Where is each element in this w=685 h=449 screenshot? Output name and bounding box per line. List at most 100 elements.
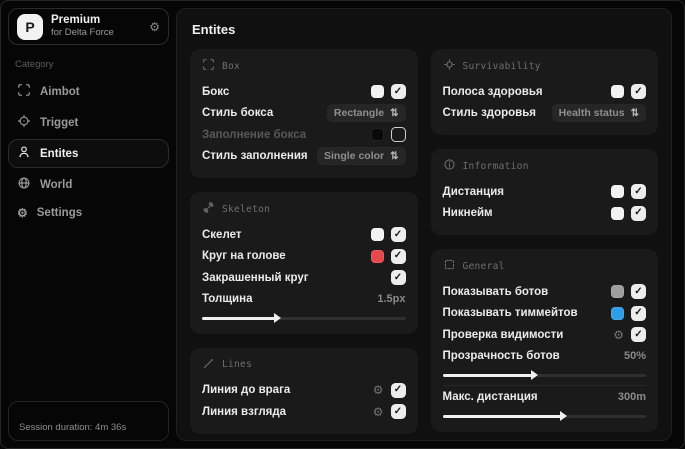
scan-icon [17,83,31,100]
panel-title: Survivability [462,60,541,72]
settings-gear-icon[interactable]: ⚙ [373,406,384,418]
gear-icon[interactable]: ⚙ [149,20,160,34]
checkbox[interactable]: ✓ [390,227,406,243]
slider-value: 50% [623,350,646,362]
setting-row: Никнейм ✓ [442,203,646,225]
globe-icon [17,176,31,193]
setting-label: Прозрачность ботов [442,350,560,362]
color-swatch[interactable] [370,128,384,142]
thickness-slider[interactable] [202,313,406,323]
chevron-updown-icon: ⇅ [630,107,639,119]
check-icon: ✓ [393,228,403,240]
sidebar-item-label: Trigget [40,116,79,129]
check-icon: ✓ [393,405,403,417]
box-style-dropdown[interactable]: Rectangle ⇅ [326,104,406,123]
setting-row: Заполнение бокса ✓ [202,124,406,146]
brand-header: P Premium for Delta Force ⚙ [8,8,169,45]
checkbox[interactable]: ✓ [390,404,406,420]
dropdown-value: Rectangle [333,107,385,120]
page-title: Entites [192,22,236,37]
session-duration: Session duration: 4m 36s [8,401,169,441]
max-distance-slider[interactable] [442,411,646,421]
session-duration-label: Session duration: 4m 36s [19,422,127,433]
color-swatch[interactable] [611,85,624,99]
checkbox[interactable]: ✓ [390,248,406,264]
setting-label: Стиль здоровья [442,107,537,120]
color-swatch[interactable] [611,285,624,299]
crosshair-icon [17,114,31,131]
setting-label: Линия до врага [202,384,291,397]
setting-label: Показывать ботов [442,285,549,298]
slider-fill [202,313,282,323]
sidebar-item-aimbot[interactable]: Aimbot [8,77,169,106]
setting-row: Дистанция ✓ [442,181,646,203]
setting-label: Дистанция [442,185,504,198]
health-style-dropdown[interactable]: Health status ⇅ [551,104,646,123]
check-icon: ✓ [393,271,403,283]
checkbox[interactable]: ✓ [631,84,646,100]
panel-title: Information [462,160,529,172]
panel-survivability: Survivability Полоса здоровья ✓ Стиль зд… [430,49,658,135]
setting-row: Проверка видимости ⚙ ✓ [443,324,646,346]
check-icon: ✓ [634,207,643,219]
viewfinder-icon [202,58,215,74]
panel-title: General [462,260,505,272]
slider-value: 300m [617,391,646,403]
setting-label: Закрашенный круг [202,271,309,284]
color-swatch[interactable] [370,85,384,99]
dropdown-value: Health status [558,107,625,120]
sidebar-item-label: Settings [36,207,83,219]
panel-title: Lines [222,359,253,370]
checkbox[interactable]: ✓ [631,184,646,200]
setting-label: Скелет [202,228,242,241]
chevron-updown-icon: ⇅ [390,150,399,162]
panel-lines: Lines Линия до врага ⚙ ✓ Линия взгляда ⚙… [190,347,418,434]
sidebar-item-world[interactable]: World [8,170,169,199]
sidebar-item-label: Aimbot [40,85,80,98]
checkbox[interactable]: ✓ [631,205,646,221]
setting-row: Полоса здоровья ✓ [442,81,646,103]
chevron-updown-icon: ⇅ [390,107,399,119]
panel-box: Box Бокс ✓ Стиль бокса Rectangle ⇅ Запол… [190,49,418,178]
color-swatch[interactable] [370,249,384,263]
check-icon: ✓ [393,384,403,396]
settings-gear-icon[interactable]: ⚙ [613,329,624,341]
bot-opacity-slider[interactable] [442,370,646,380]
checkbox[interactable]: ✓ [631,327,646,343]
setting-label: Никнейм [442,207,493,220]
sidebar-item-trigget[interactable]: Trigget [8,108,169,137]
info-icon [443,158,456,174]
color-swatch[interactable] [370,228,384,242]
setting-row: Закрашенный круг ✓ [202,267,406,289]
sidebar-item-entites[interactable]: Entites [8,139,169,168]
checkbox[interactable]: ✓ [631,284,646,300]
panel-title: Box [222,60,241,72]
app-logo: P [17,13,43,40]
fill-style-dropdown[interactable]: Single color ⇅ [317,147,406,166]
checkbox[interactable]: ✓ [390,127,406,143]
setting-row: Круг на голове ✓ [202,246,406,268]
checkbox[interactable]: ✓ [390,382,406,398]
setting-label: Полоса здоровья [442,85,543,98]
slider-setting: Толщина 1.5px [202,289,406,323]
sidebar-item-label: World [40,178,73,191]
gear-icon: ⚙ [17,206,28,220]
checkbox[interactable]: ✓ [390,84,406,100]
color-swatch[interactable] [611,185,624,199]
settings-gear-icon[interactable]: ⚙ [373,384,384,396]
target-circle-icon [443,58,456,74]
slider-fill [442,411,567,421]
panel-title: Skeleton [222,203,271,215]
setting-label: Стиль бокса [202,107,274,120]
color-swatch[interactable] [611,306,624,320]
check-icon: ✓ [634,285,643,297]
dashed-square-icon [443,258,456,274]
color-swatch[interactable] [611,206,624,220]
checkbox[interactable]: ✓ [390,270,406,286]
checkbox[interactable]: ✓ [631,305,646,321]
sidebar: P Premium for Delta Force ⚙ Category Aim… [8,8,169,441]
setting-label: Макс. дистанция [442,391,538,403]
sidebar-item-settings[interactable]: ⚙ Settings [8,201,169,225]
setting-row: Показывать ботов ✓ [442,281,646,303]
check-icon: ✓ [634,307,643,319]
